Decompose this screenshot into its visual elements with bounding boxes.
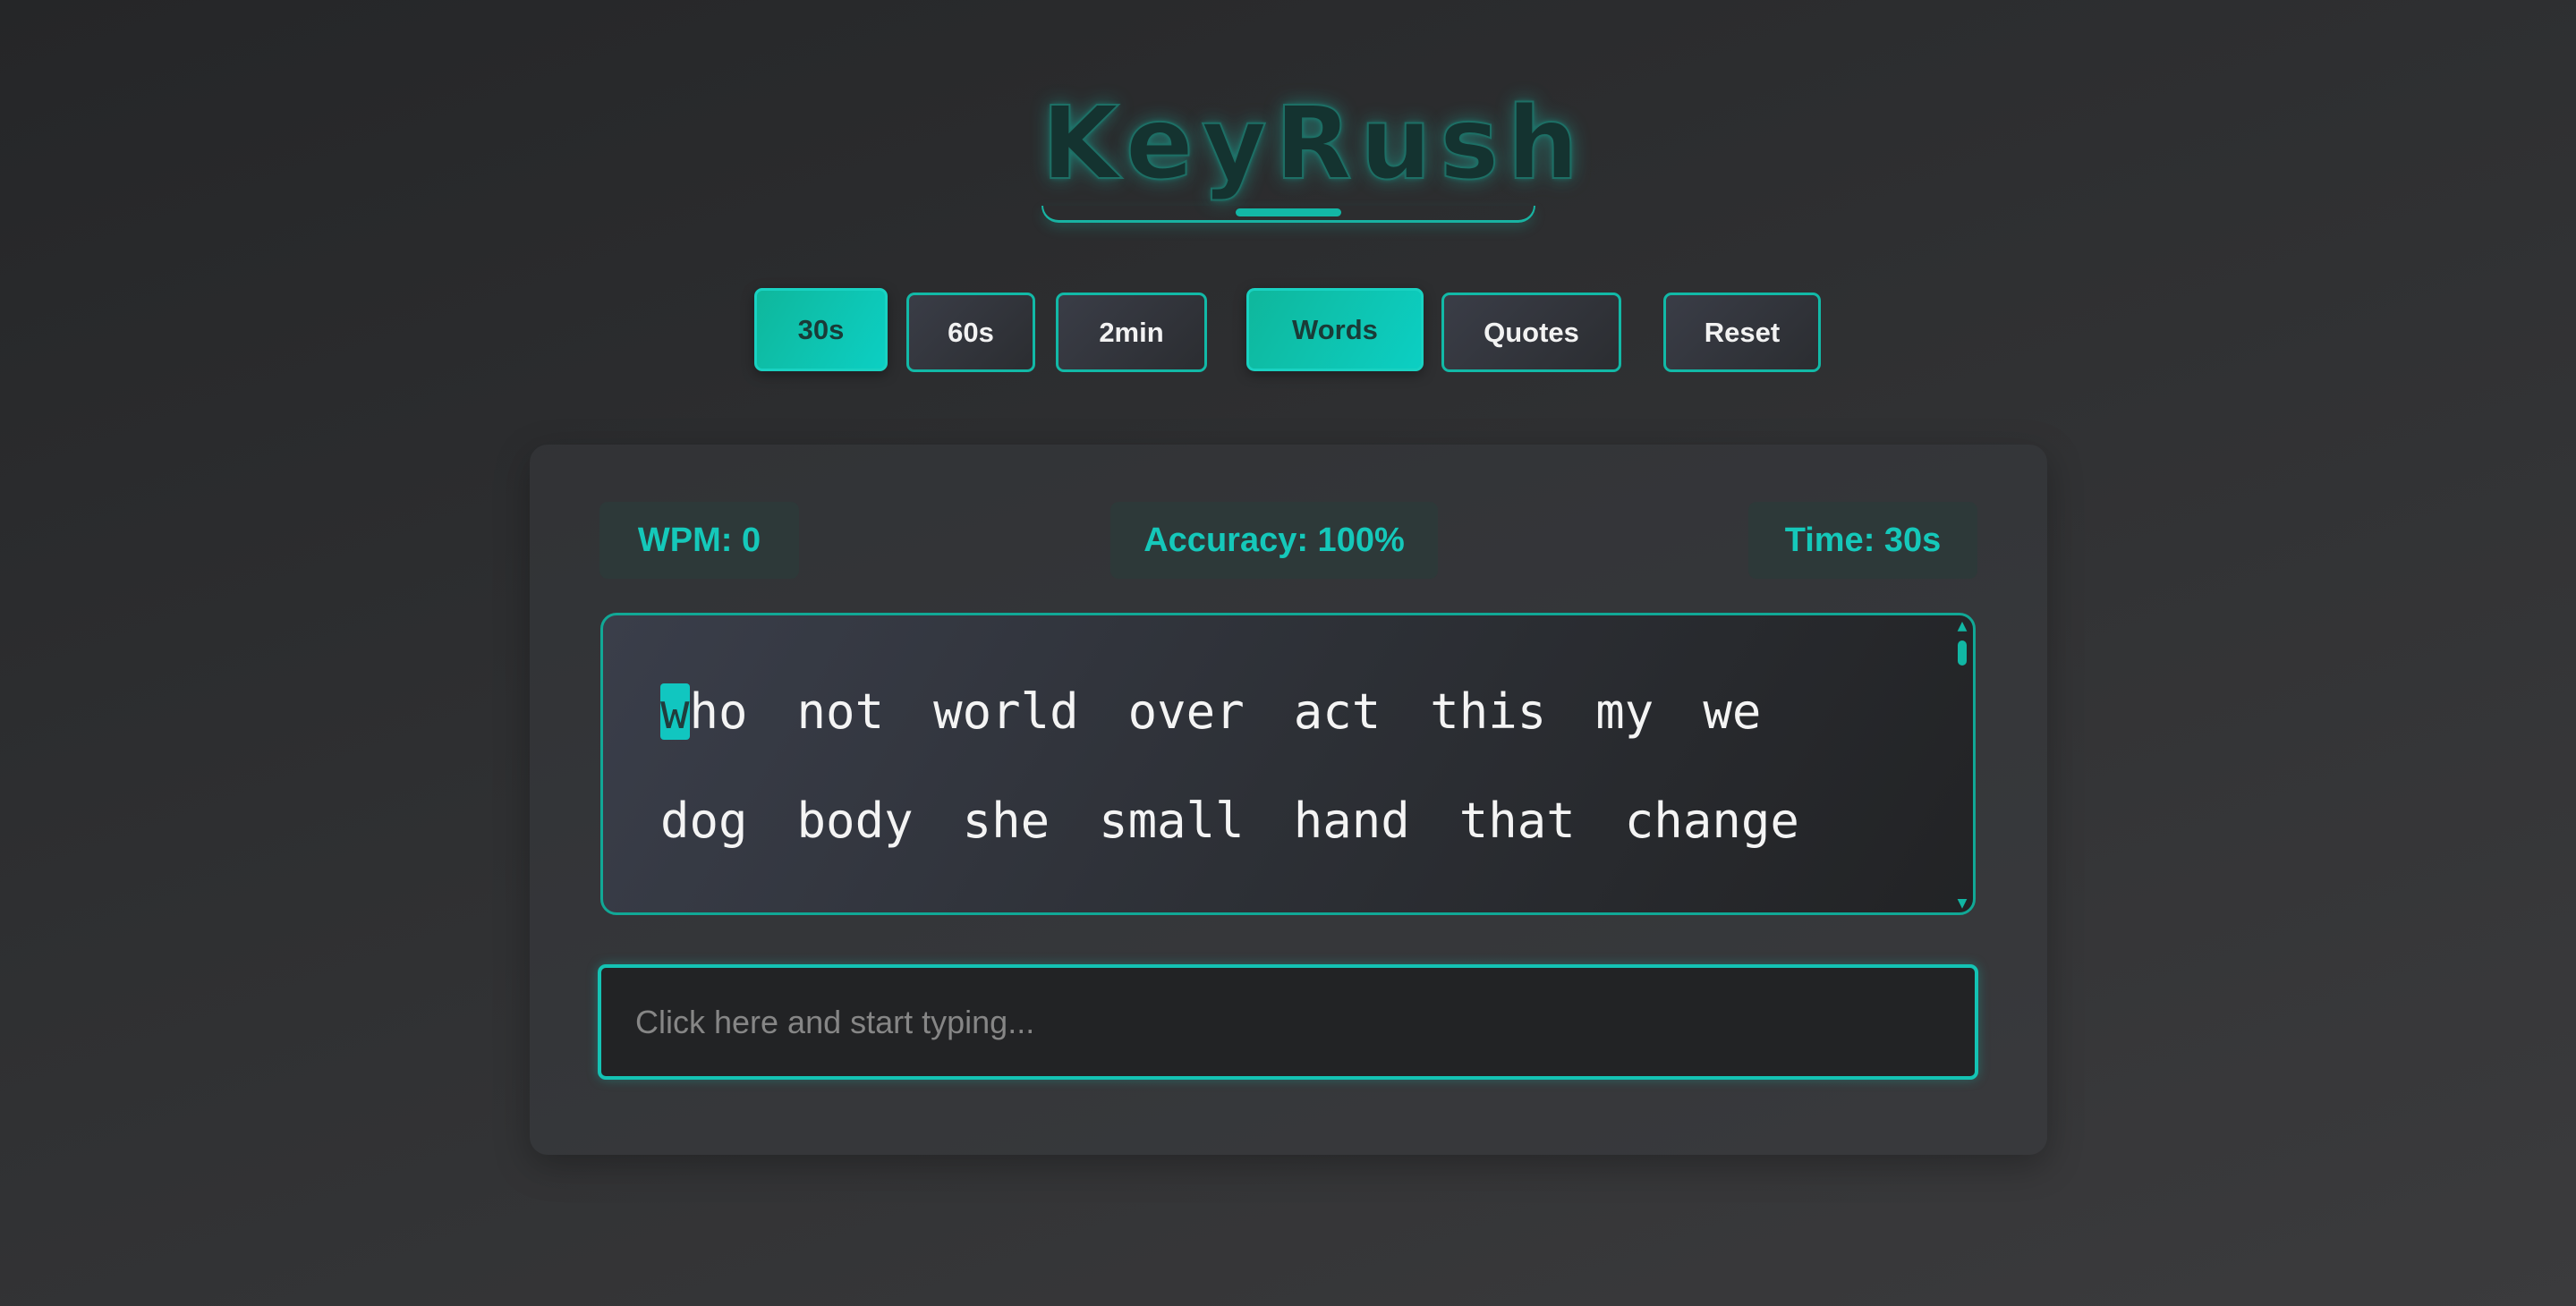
words-mode-button[interactable]: Words bbox=[1246, 288, 1424, 371]
scroll-thumb[interactable] bbox=[1958, 640, 1967, 666]
word: hand bbox=[1293, 793, 1410, 849]
cursor-character: w bbox=[660, 683, 690, 740]
text-display[interactable]: who not world over act this my we dog body she smal… bbox=[600, 613, 1976, 915]
word-list: who not world over act this my we dog body she smal… bbox=[660, 657, 1895, 876]
app-logo: KeyRush bbox=[1041, 85, 1587, 203]
word: she bbox=[962, 793, 1050, 849]
word: my bbox=[1595, 683, 1654, 740]
time-stat: Time: 30s bbox=[1748, 502, 1977, 579]
word: small bbox=[1099, 793, 1245, 849]
quotes-mode-button[interactable]: Quotes bbox=[1441, 293, 1621, 372]
scroll-up-icon[interactable]: ▲ bbox=[1956, 620, 1968, 632]
time-60s-button[interactable]: 60s bbox=[906, 293, 1035, 372]
word: we bbox=[1703, 683, 1762, 740]
wpm-stat: WPM: 0 bbox=[599, 502, 799, 579]
word: body bbox=[796, 793, 914, 849]
logo-accent-bar bbox=[1236, 208, 1341, 216]
word: dog bbox=[660, 793, 748, 849]
scroll-down-icon[interactable]: ▼ bbox=[1956, 897, 1968, 910]
time-2min-button[interactable]: 2min bbox=[1056, 293, 1207, 372]
typing-input[interactable] bbox=[598, 964, 1978, 1080]
word-current-rest: ho bbox=[689, 683, 748, 740]
word: this bbox=[1430, 683, 1547, 740]
text-scrollbar[interactable]: ▲ ▼ bbox=[1955, 620, 1969, 910]
accuracy-stat: Accuracy: 100% bbox=[1110, 502, 1438, 579]
word: act bbox=[1293, 683, 1382, 740]
reset-button[interactable]: Reset bbox=[1663, 293, 1821, 372]
word: not bbox=[796, 683, 885, 740]
word: over bbox=[1127, 683, 1245, 740]
word: change bbox=[1624, 793, 1799, 849]
word: that bbox=[1458, 793, 1576, 849]
header: KeyRush bbox=[1041, 85, 1587, 224]
word-current: who bbox=[660, 657, 748, 767]
time-30s-button[interactable]: 30s bbox=[754, 288, 888, 371]
word: world bbox=[933, 683, 1079, 740]
